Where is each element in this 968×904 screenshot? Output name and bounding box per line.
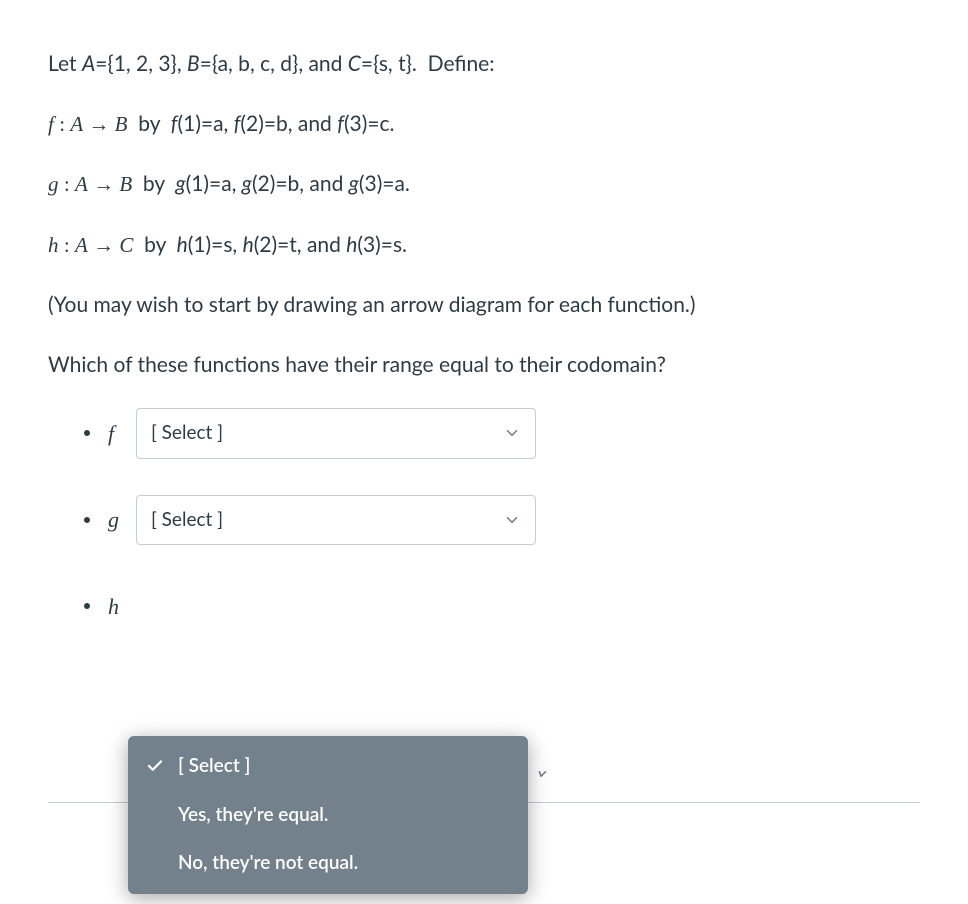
chevron-down-icon [503, 424, 521, 442]
chevron-down-icon [503, 511, 521, 529]
select-f-placeholder: [ Select ] [151, 419, 223, 448]
check-icon [146, 757, 170, 775]
dropdown-option-selected[interactable]: [ Select ] [128, 742, 528, 791]
def-g: g : A → B by g(1)=a, g(2)=b, and g(3)=a. [48, 168, 920, 201]
answer-label-g: g [108, 503, 136, 536]
dropdown-option-label: [ Select ] [178, 752, 250, 781]
question-body: Let A={1, 2, 3}, B={a, b, c, d}, and C={… [48, 48, 920, 380]
hint-text: (You may wish to start by drawing an arr… [48, 289, 920, 321]
answers-list: f [ Select ] g [ Select ] h [ Selec [48, 408, 920, 632]
bullet-icon [84, 603, 90, 609]
select-f[interactable]: [ Select ] [136, 408, 536, 459]
answer-label-f: f [108, 417, 136, 450]
select-g[interactable]: [ Select ] [136, 495, 536, 546]
dropdown-option-label: No, they're not equal. [178, 849, 358, 878]
question-prompt: Which of these functions have their rang… [48, 349, 920, 381]
question-container: Let A={1, 2, 3}, B={a, b, c, d}, and C={… [48, 48, 920, 803]
bullet-icon [84, 430, 90, 436]
question-intro: Let A={1, 2, 3}, B={a, b, c, d}, and C={… [48, 48, 920, 80]
dropdown-option-label: Yes, they're equal. [178, 801, 328, 830]
bullet-icon [84, 517, 90, 523]
dropdown-menu-h: [ Select ] Yes, they're equal. No, they'… [128, 736, 528, 894]
dropdown-option-yes[interactable]: Yes, they're equal. [128, 791, 528, 840]
answer-row-f: f [ Select ] [84, 408, 920, 459]
answer-row-h: h [ Select ] [84, 581, 920, 632]
def-h: h : A → C by h(1)=s, h(2)=t, and h(3)=s. [48, 229, 920, 262]
chevron-down-icon [532, 760, 546, 778]
dropdown-option-no[interactable]: No, they're not equal. [128, 839, 528, 888]
select-g-placeholder: [ Select ] [151, 506, 223, 535]
def-f: f : A → B by f(1)=a, f(2)=b, and f(3)=c. [48, 108, 920, 141]
answer-row-g: g [ Select ] [84, 495, 920, 546]
answer-label-h: h [108, 590, 136, 623]
